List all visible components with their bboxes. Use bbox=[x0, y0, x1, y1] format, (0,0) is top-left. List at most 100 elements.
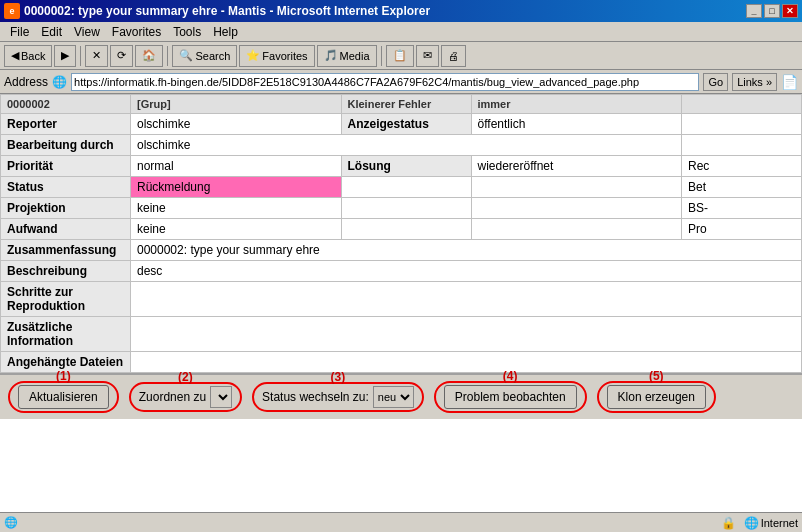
menu-edit[interactable]: Edit bbox=[35, 23, 68, 41]
label-zusammenfassung: Zusammenfassung bbox=[1, 240, 131, 261]
print-button[interactable]: 🖨 bbox=[441, 45, 466, 67]
watch-group: (4) Problem beobachten bbox=[434, 381, 587, 413]
table-row: Bearbeitung durch olschimke bbox=[1, 135, 802, 156]
table-row: Schritte zur Reproduktion bbox=[1, 282, 802, 317]
menu-file[interactable]: File bbox=[4, 23, 35, 41]
address-input[interactable] bbox=[71, 73, 699, 91]
value-proj-empty1 bbox=[341, 198, 471, 219]
assign-number: (2) bbox=[178, 370, 193, 384]
label-status: Status bbox=[1, 177, 131, 198]
value-zusatzliche bbox=[131, 317, 802, 352]
value-projektion: keine bbox=[131, 198, 342, 219]
label-aufwand: Aufwand bbox=[1, 219, 131, 240]
value-beschreibung: desc bbox=[131, 261, 802, 282]
maximize-button[interactable]: □ bbox=[764, 4, 780, 18]
value-reporter: olschimke bbox=[131, 114, 342, 135]
go-button[interactable]: Go bbox=[703, 73, 728, 91]
table-row: Zusammenfassung 0000002: type your summa… bbox=[1, 240, 802, 261]
globe-icon: 🌐 bbox=[744, 516, 759, 530]
close-button[interactable]: ✕ bbox=[782, 4, 798, 18]
back-button[interactable]: ◀ Back bbox=[4, 45, 52, 67]
clone-group: (5) Klon erzeugen bbox=[597, 381, 716, 413]
address-bar: Address 🌐 Go Links » 📄 bbox=[0, 70, 802, 94]
padlock-icon: 🔒 bbox=[721, 516, 736, 530]
toolbar-separator-2 bbox=[167, 46, 168, 66]
table-header-row: 0000002 [Grup] Kleinerer Fehler immer bbox=[1, 95, 802, 114]
media-button[interactable]: 🎵 Media bbox=[317, 45, 377, 67]
update-button[interactable]: Aktualisieren bbox=[18, 385, 109, 409]
value-bearbeitung: olschimke bbox=[131, 135, 682, 156]
value-col5-4: Bet bbox=[682, 177, 802, 198]
status-right: 🔒 🌐 Internet bbox=[721, 516, 798, 530]
status-change-label: Status wechseln zu: bbox=[262, 390, 369, 404]
header-col3: Kleinerer Fehler bbox=[341, 95, 471, 114]
status-icon: 🌐 bbox=[4, 516, 18, 529]
value-aufwand-empty1 bbox=[341, 219, 471, 240]
label-schritte: Schritte zur Reproduktion bbox=[1, 282, 131, 317]
value-schritte bbox=[131, 282, 802, 317]
mail-button[interactable]: ✉ bbox=[416, 45, 439, 67]
value-status: Rückmeldung bbox=[131, 177, 342, 198]
assign-select[interactable] bbox=[210, 386, 232, 408]
label-projektion: Projektion bbox=[1, 198, 131, 219]
value-zusammenfassung: 0000002: type your summary ehre bbox=[131, 240, 802, 261]
assign-label: Zuordnen zu bbox=[139, 390, 206, 404]
table-row: Reporter olschimke Anzeigestatus öffentl… bbox=[1, 114, 802, 135]
clone-number: (5) bbox=[649, 369, 664, 383]
menu-favorites[interactable]: Favorites bbox=[106, 23, 167, 41]
status-number: (3) bbox=[331, 370, 346, 384]
value-angehangte bbox=[131, 352, 802, 373]
table-row: Priorität normal Lösung wiedereröffnet R… bbox=[1, 156, 802, 177]
value-aufwand: keine bbox=[131, 219, 342, 240]
search-button[interactable]: 🔍 Search bbox=[172, 45, 237, 67]
menu-bar: File Edit View Favorites Tools Help bbox=[0, 22, 802, 42]
toolbar-separator-1 bbox=[80, 46, 81, 66]
value-col5-3: Rec bbox=[682, 156, 802, 177]
value-status-empty1 bbox=[341, 177, 471, 198]
menu-tools[interactable]: Tools bbox=[167, 23, 207, 41]
refresh-button[interactable]: ⟳ bbox=[110, 45, 133, 67]
internet-text: Internet bbox=[761, 517, 798, 529]
forward-button[interactable]: ▶ bbox=[54, 45, 76, 67]
value-aufwand-empty2 bbox=[471, 219, 682, 240]
page-icon: 🌐 bbox=[52, 75, 67, 89]
update-number: (1) bbox=[56, 369, 71, 383]
favorites-button[interactable]: ⭐ Favorites bbox=[239, 45, 314, 67]
table-row: Zusätzliche Information bbox=[1, 317, 802, 352]
window-controls[interactable]: _ □ ✕ bbox=[746, 4, 798, 18]
value-status-empty2 bbox=[471, 177, 682, 198]
table-row: Beschreibung desc bbox=[1, 261, 802, 282]
value-losung: wiedereröffnet bbox=[471, 156, 682, 177]
table-row: Status Rückmeldung Bet bbox=[1, 177, 802, 198]
window-title: 0000002: type your summary ehre - Mantis… bbox=[24, 4, 430, 18]
watch-button[interactable]: Problem beobachten bbox=[444, 385, 577, 409]
toolbar-separator-3 bbox=[381, 46, 382, 66]
menu-view[interactable]: View bbox=[68, 23, 106, 41]
label-losung: Lösung bbox=[341, 156, 471, 177]
minimize-button[interactable]: _ bbox=[746, 4, 762, 18]
update-group: (1) Aktualisieren bbox=[8, 381, 119, 413]
header-col1: 0000002 bbox=[1, 95, 131, 114]
table-row: Angehängte Dateien bbox=[1, 352, 802, 373]
home-button[interactable]: 🏠 bbox=[135, 45, 163, 67]
toolbar: ◀ Back ▶ ✕ ⟳ 🏠 🔍 Search ⭐ Favorites 🎵 Me… bbox=[0, 42, 802, 70]
stop-button[interactable]: ✕ bbox=[85, 45, 108, 67]
status-left: 🌐 bbox=[4, 516, 22, 529]
label-bearbeitung: Bearbeitung durch bbox=[1, 135, 131, 156]
watch-number: (4) bbox=[503, 369, 518, 383]
value-col5-5: BS- bbox=[682, 198, 802, 219]
value-proj-empty2 bbox=[471, 198, 682, 219]
value-anzeigestatus: öffentlich bbox=[471, 114, 682, 135]
assign-group: (2) Zuordnen zu bbox=[129, 382, 242, 412]
menu-help[interactable]: Help bbox=[207, 23, 244, 41]
links-button[interactable]: Links » bbox=[732, 73, 777, 91]
value-col5-6: Pro bbox=[682, 219, 802, 240]
main-content: 0000002 [Grup] Kleinerer Fehler immer Re… bbox=[0, 94, 802, 512]
value-prioritat: normal bbox=[131, 156, 342, 177]
value-col5-1 bbox=[682, 114, 802, 135]
clone-button[interactable]: Klon erzeugen bbox=[607, 385, 706, 409]
history-button[interactable]: 📋 bbox=[386, 45, 414, 67]
status-select[interactable]: neu bbox=[373, 386, 414, 408]
header-col4: immer bbox=[471, 95, 682, 114]
action-area: (1) Aktualisieren (2) Zuordnen zu (3) St… bbox=[0, 373, 802, 419]
